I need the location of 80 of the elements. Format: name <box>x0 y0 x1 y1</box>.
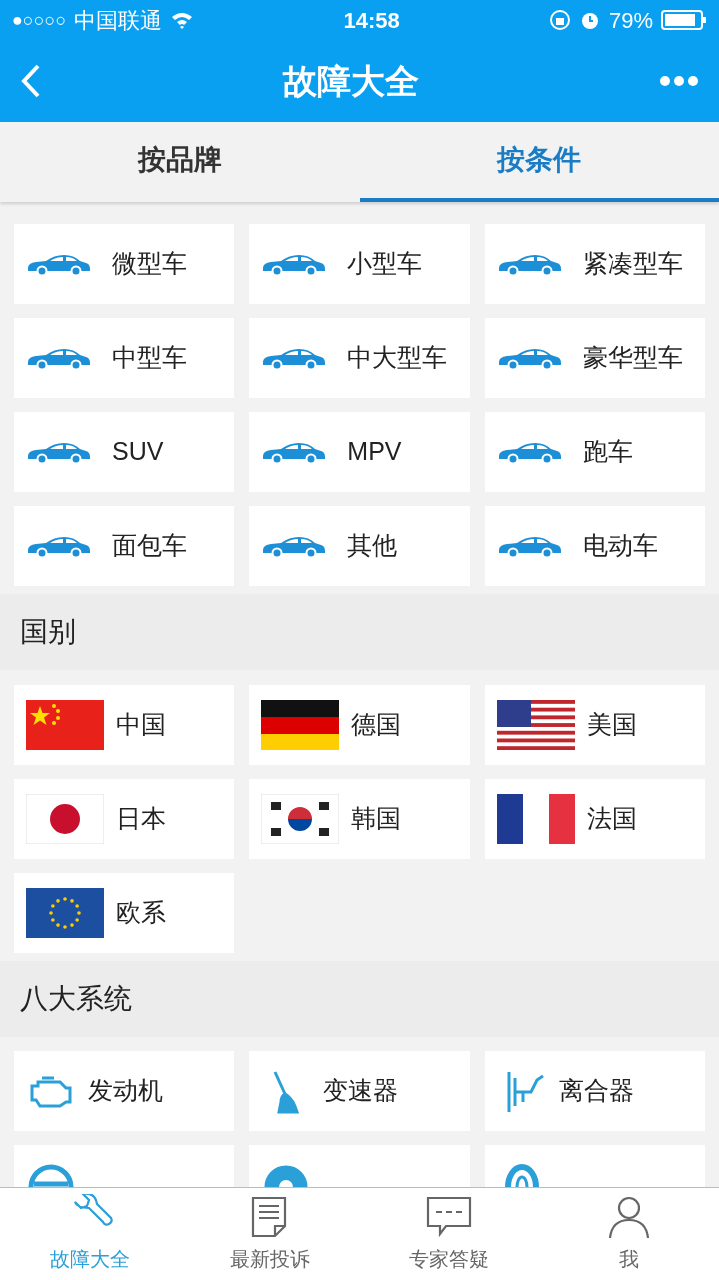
clock-time: 14:58 <box>343 6 400 35</box>
item-label: 欧系 <box>116 897 166 929</box>
segment-tab[interactable]: 按品牌 <box>0 122 360 202</box>
grid-item[interactable]: 发动机 <box>14 1051 235 1131</box>
flag-icon <box>26 794 104 844</box>
grid-item[interactable]: 豪华型车 <box>484 318 705 398</box>
item-label: SUV <box>112 436 164 468</box>
bottom-tab[interactable]: 我 <box>539 1188 719 1280</box>
grid-item[interactable]: 小型车 <box>249 224 470 304</box>
car-icon <box>26 440 92 464</box>
flag-icon <box>496 794 575 844</box>
flag-icon <box>496 700 575 750</box>
rotation-lock-icon <box>548 9 571 31</box>
item-label: 其他 <box>347 530 398 562</box>
item-label: 电动车 <box>582 530 658 562</box>
item-label: 小型车 <box>347 248 423 280</box>
car-icon <box>26 346 92 370</box>
item-label: 德国 <box>351 709 402 741</box>
item-label: 美国 <box>586 709 637 741</box>
item-label: 跑车 <box>582 436 633 468</box>
bottom-tab[interactable]: 专家答疑 <box>359 1188 540 1280</box>
signal-dots: ●○○○○ <box>12 8 67 32</box>
item-label: 韩国 <box>351 803 402 835</box>
grid-item[interactable]: 面包车 <box>14 506 235 586</box>
grid-item[interactable]: 电动车 <box>484 506 705 586</box>
item-label: 法国 <box>586 803 637 835</box>
grid-item[interactable]: 其他 <box>249 506 470 586</box>
item-label: 紧凑型车 <box>582 248 683 280</box>
item-label: 中国 <box>116 709 166 741</box>
grid-item[interactable]: 离合器 <box>484 1051 705 1131</box>
item-label: 面包车 <box>112 530 187 562</box>
segment-tab[interactable]: 按条件 <box>359 122 719 202</box>
car-icon <box>261 440 328 464</box>
car-icon <box>496 440 563 464</box>
grid-item[interactable]: 欧系 <box>14 873 235 953</box>
grid-item[interactable]: SUV <box>14 412 235 492</box>
grid-item[interactable]: 中国 <box>14 685 235 765</box>
grid-item[interactable]: 中大型车 <box>249 318 470 398</box>
flag-icon <box>261 700 340 750</box>
car-icon <box>26 534 92 558</box>
flag-icon <box>26 888 104 938</box>
grid-item[interactable]: MPV <box>249 412 470 492</box>
item-label: 豪华型车 <box>582 342 683 374</box>
grid-item[interactable]: 微型车 <box>14 224 235 304</box>
item-label: 日本 <box>116 803 166 835</box>
page-title: 故障大全 <box>282 60 419 102</box>
flag-icon <box>261 794 340 844</box>
item-label: 离合器 <box>558 1075 634 1107</box>
section-title: 八大系统 <box>20 982 132 1016</box>
item-label: 中型车 <box>112 342 187 374</box>
battery-percent: 79% <box>608 6 653 35</box>
grid-item[interactable]: 跑车 <box>484 412 705 492</box>
item-label: 发动机 <box>88 1075 163 1107</box>
more-icon[interactable] <box>659 75 699 87</box>
item-label: 中大型车 <box>347 342 448 374</box>
car-icon <box>261 346 328 370</box>
grid-item[interactable]: 美国 <box>484 685 705 765</box>
grid-item[interactable]: 紧凑型车 <box>484 224 705 304</box>
item-label: 微型车 <box>112 248 187 280</box>
car-icon <box>496 346 563 370</box>
grid-item[interactable]: 法国 <box>484 779 705 859</box>
item-label: 变速器 <box>323 1075 399 1107</box>
flag-icon <box>26 700 104 750</box>
grid-item[interactable]: 德国 <box>249 685 470 765</box>
car-icon <box>261 252 328 276</box>
grid-item[interactable]: 中型车 <box>14 318 235 398</box>
grid-item[interactable]: 日本 <box>14 779 235 859</box>
section-title: 国别 <box>20 615 76 649</box>
wifi-icon <box>170 11 195 29</box>
back-icon[interactable] <box>20 63 42 99</box>
car-icon <box>496 252 563 276</box>
bottom-tab[interactable]: 最新投诉 <box>179 1188 360 1280</box>
item-label: MPV <box>347 436 402 468</box>
grid-item[interactable]: 变速器 <box>249 1051 470 1131</box>
car-icon <box>496 534 563 558</box>
car-icon <box>26 252 92 276</box>
battery-icon <box>661 10 707 30</box>
carrier-name: 中国联通 <box>74 6 163 35</box>
grid-item[interactable]: 韩国 <box>249 779 470 859</box>
car-icon <box>261 534 328 558</box>
